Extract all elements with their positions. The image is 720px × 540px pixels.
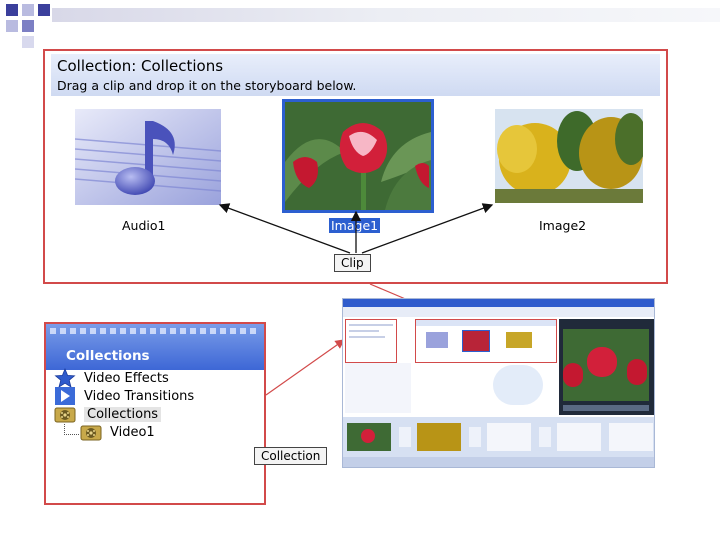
decor-square (22, 20, 34, 32)
movie-maker-window-thumbnail (342, 298, 655, 468)
tree-title: Collections (66, 348, 150, 364)
collection-clips-panel: Collection: Collections Drag a clip and … (43, 49, 668, 284)
star-icon (54, 368, 76, 388)
decor-square (22, 4, 34, 16)
collection-header: Collection: Collections Drag a clip and … (51, 54, 660, 96)
collection-callout: Collection (254, 447, 328, 465)
autumn-trees-image (495, 109, 647, 203)
film-reel-icon (54, 407, 76, 423)
tree-item-label: Video1 (110, 424, 155, 440)
clip-label-image2: Image2 (539, 218, 587, 233)
decor-square (22, 36, 34, 48)
tree-item-label: Collections (84, 406, 162, 422)
decor-square (6, 4, 18, 16)
decor-square (6, 20, 18, 32)
slide-top-bar (52, 8, 720, 22)
play-icon (55, 387, 75, 405)
mini-storyboard (343, 417, 654, 467)
clip-audio1-thumbnail[interactable] (74, 109, 222, 205)
tree-connector (64, 424, 79, 435)
tree-item-video-effects[interactable]: Video Effects (54, 368, 169, 388)
film-reel-icon (80, 425, 102, 441)
tree-item-video1[interactable]: Video1 (80, 422, 155, 442)
tree-item-label: Video Transitions (84, 388, 195, 404)
header-dots (50, 328, 260, 334)
mini-clips-pane (415, 319, 557, 363)
clip-callout: Clip (334, 254, 371, 272)
collection-instructions: Drag a clip and drop it on the storyboar… (57, 78, 357, 93)
tulip-image (285, 102, 431, 210)
collections-tree-panel: Collections Video Effects Video Transiti… (44, 322, 266, 505)
tree-item-video-transitions[interactable]: Video Transitions (54, 386, 194, 406)
mini-left-strip (345, 363, 411, 413)
collection-title: Collection: Collections (57, 57, 224, 75)
tree-header: Collections (46, 324, 264, 370)
mini-tree-pane (345, 319, 397, 363)
mini-menu-bar (343, 307, 654, 317)
decor-square (38, 4, 50, 16)
clip-image1-thumbnail[interactable] (282, 99, 434, 213)
mini-preview-pane (559, 319, 654, 415)
music-note-icon (74, 109, 222, 205)
clip-label-audio1: Audio1 (122, 218, 166, 233)
clip-label-image1: Image1 (329, 218, 381, 233)
mini-watermark-note (493, 365, 543, 405)
tree-item-label: Video Effects (84, 370, 169, 386)
clip-image2-thumbnail[interactable] (495, 109, 647, 203)
tree-item-collections[interactable]: Collections (54, 404, 162, 424)
mini-title-bar (343, 299, 654, 307)
